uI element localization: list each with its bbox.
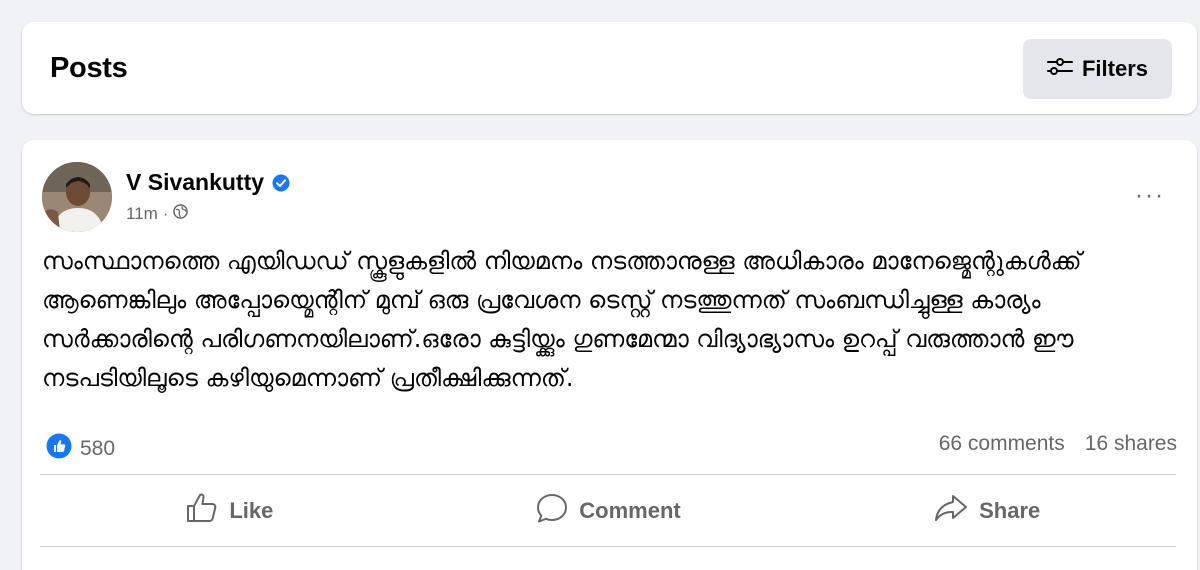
filters-label: Filters: [1081, 56, 1149, 81]
sliders-icon: [1046, 56, 1082, 82]
post-card: V Sivankutty 11m · ··· സംസ്ഥാനത്തെ എയിഡഡ…: [22, 140, 1197, 570]
comments-count[interactable]: 66 comments: [939, 432, 1065, 456]
reactions-summary[interactable]: 580: [46, 433, 115, 465]
divider: [40, 474, 1176, 475]
reaction-count: 580: [80, 437, 116, 460]
comment-bubble-icon: [535, 492, 569, 530]
comment-button[interactable]: Comment: [419, 476, 798, 546]
posts-header-card: Posts Filters: [22, 22, 1197, 114]
share-button[interactable]: Share: [797, 476, 1176, 546]
post-meta: 11m ·: [126, 204, 189, 224]
post-text: സംസ്ഥാനത്തെ എയിഡഡ് സ്കൂളുകളിൽ നിയമനം നടത…: [42, 247, 1082, 392]
meta-separator: ·: [162, 204, 169, 223]
avatar[interactable]: [42, 162, 112, 232]
shares-count[interactable]: 16 shares: [1085, 432, 1177, 456]
globe-icon: [173, 204, 189, 224]
share-arrow-icon: [933, 492, 969, 530]
share-label: Share: [979, 498, 1041, 523]
divider: [40, 546, 1176, 547]
more-options-button[interactable]: ···: [1128, 178, 1172, 214]
like-button[interactable]: Like: [40, 476, 419, 546]
thumbs-up-icon: [185, 492, 219, 530]
author-name[interactable]: V Sivankutty: [126, 169, 290, 196]
like-label: Like: [229, 498, 274, 523]
verified-badge-icon: [272, 174, 290, 192]
page-title: Posts: [50, 52, 128, 84]
author-name-label: V Sivankutty: [126, 169, 265, 195]
comment-label: Comment: [579, 498, 681, 523]
filters-button[interactable]: Filters: [1023, 39, 1172, 99]
post-time[interactable]: 11m: [126, 204, 158, 224]
post-actions: Like Comment Share: [40, 476, 1176, 546]
post-stats: 66 comments 16 shares: [939, 432, 1177, 456]
like-reaction-icon: [46, 433, 72, 465]
